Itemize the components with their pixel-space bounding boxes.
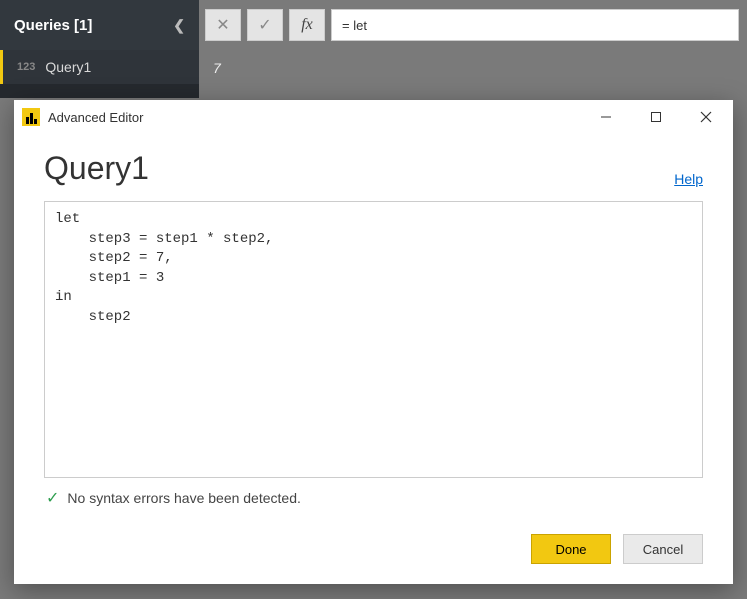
formula-cancel-button[interactable]: ✕ [205, 9, 241, 41]
fx-icon: fx [301, 16, 313, 34]
cancel-icon: ✕ [216, 15, 229, 35]
queries-panel-header[interactable]: Queries [1] ❮ [0, 0, 199, 50]
cancel-button[interactable]: Cancel [623, 534, 703, 564]
maximize-icon [650, 111, 662, 123]
code-editor[interactable]: let step3 = step1 * step2, step2 = 7, st… [44, 201, 703, 478]
result-value: 7 [213, 60, 221, 76]
dialog-title: Advanced Editor [48, 110, 577, 125]
query-name-label: Query1 [45, 59, 91, 75]
formula-input[interactable]: = let [331, 9, 739, 41]
result-preview: 7 [199, 50, 747, 98]
close-button[interactable] [685, 102, 727, 132]
queries-panel-title: Queries [1] [14, 17, 92, 34]
advanced-editor-dialog: Advanced Editor Query1 Help let step3 = … [14, 100, 733, 584]
help-link[interactable]: Help [674, 171, 703, 187]
syntax-status: ✓ No syntax errors have been detected. [44, 478, 703, 508]
query-list-item[interactable]: 123 Query1 [0, 50, 199, 84]
chevron-left-icon: ❮ [173, 17, 185, 34]
query-title: Query1 [44, 150, 149, 187]
app-icon [22, 108, 40, 126]
syntax-status-text: No syntax errors have been detected. [67, 490, 300, 506]
datatype-123-icon: 123 [17, 61, 35, 73]
check-ok-icon: ✓ [46, 488, 59, 508]
minimize-icon [600, 111, 612, 123]
maximize-button[interactable] [635, 102, 677, 132]
fx-button[interactable]: fx [289, 9, 325, 41]
formula-text: = let [342, 18, 367, 33]
check-icon: ✓ [258, 15, 271, 35]
dialog-titlebar[interactable]: Advanced Editor [14, 100, 733, 134]
done-button[interactable]: Done [531, 534, 611, 564]
formula-bar: ✕ ✓ fx = let [199, 0, 747, 50]
formula-commit-button[interactable]: ✓ [247, 9, 283, 41]
minimize-button[interactable] [585, 102, 627, 132]
queries-list: 123 Query1 [0, 50, 199, 98]
close-icon [700, 111, 712, 123]
